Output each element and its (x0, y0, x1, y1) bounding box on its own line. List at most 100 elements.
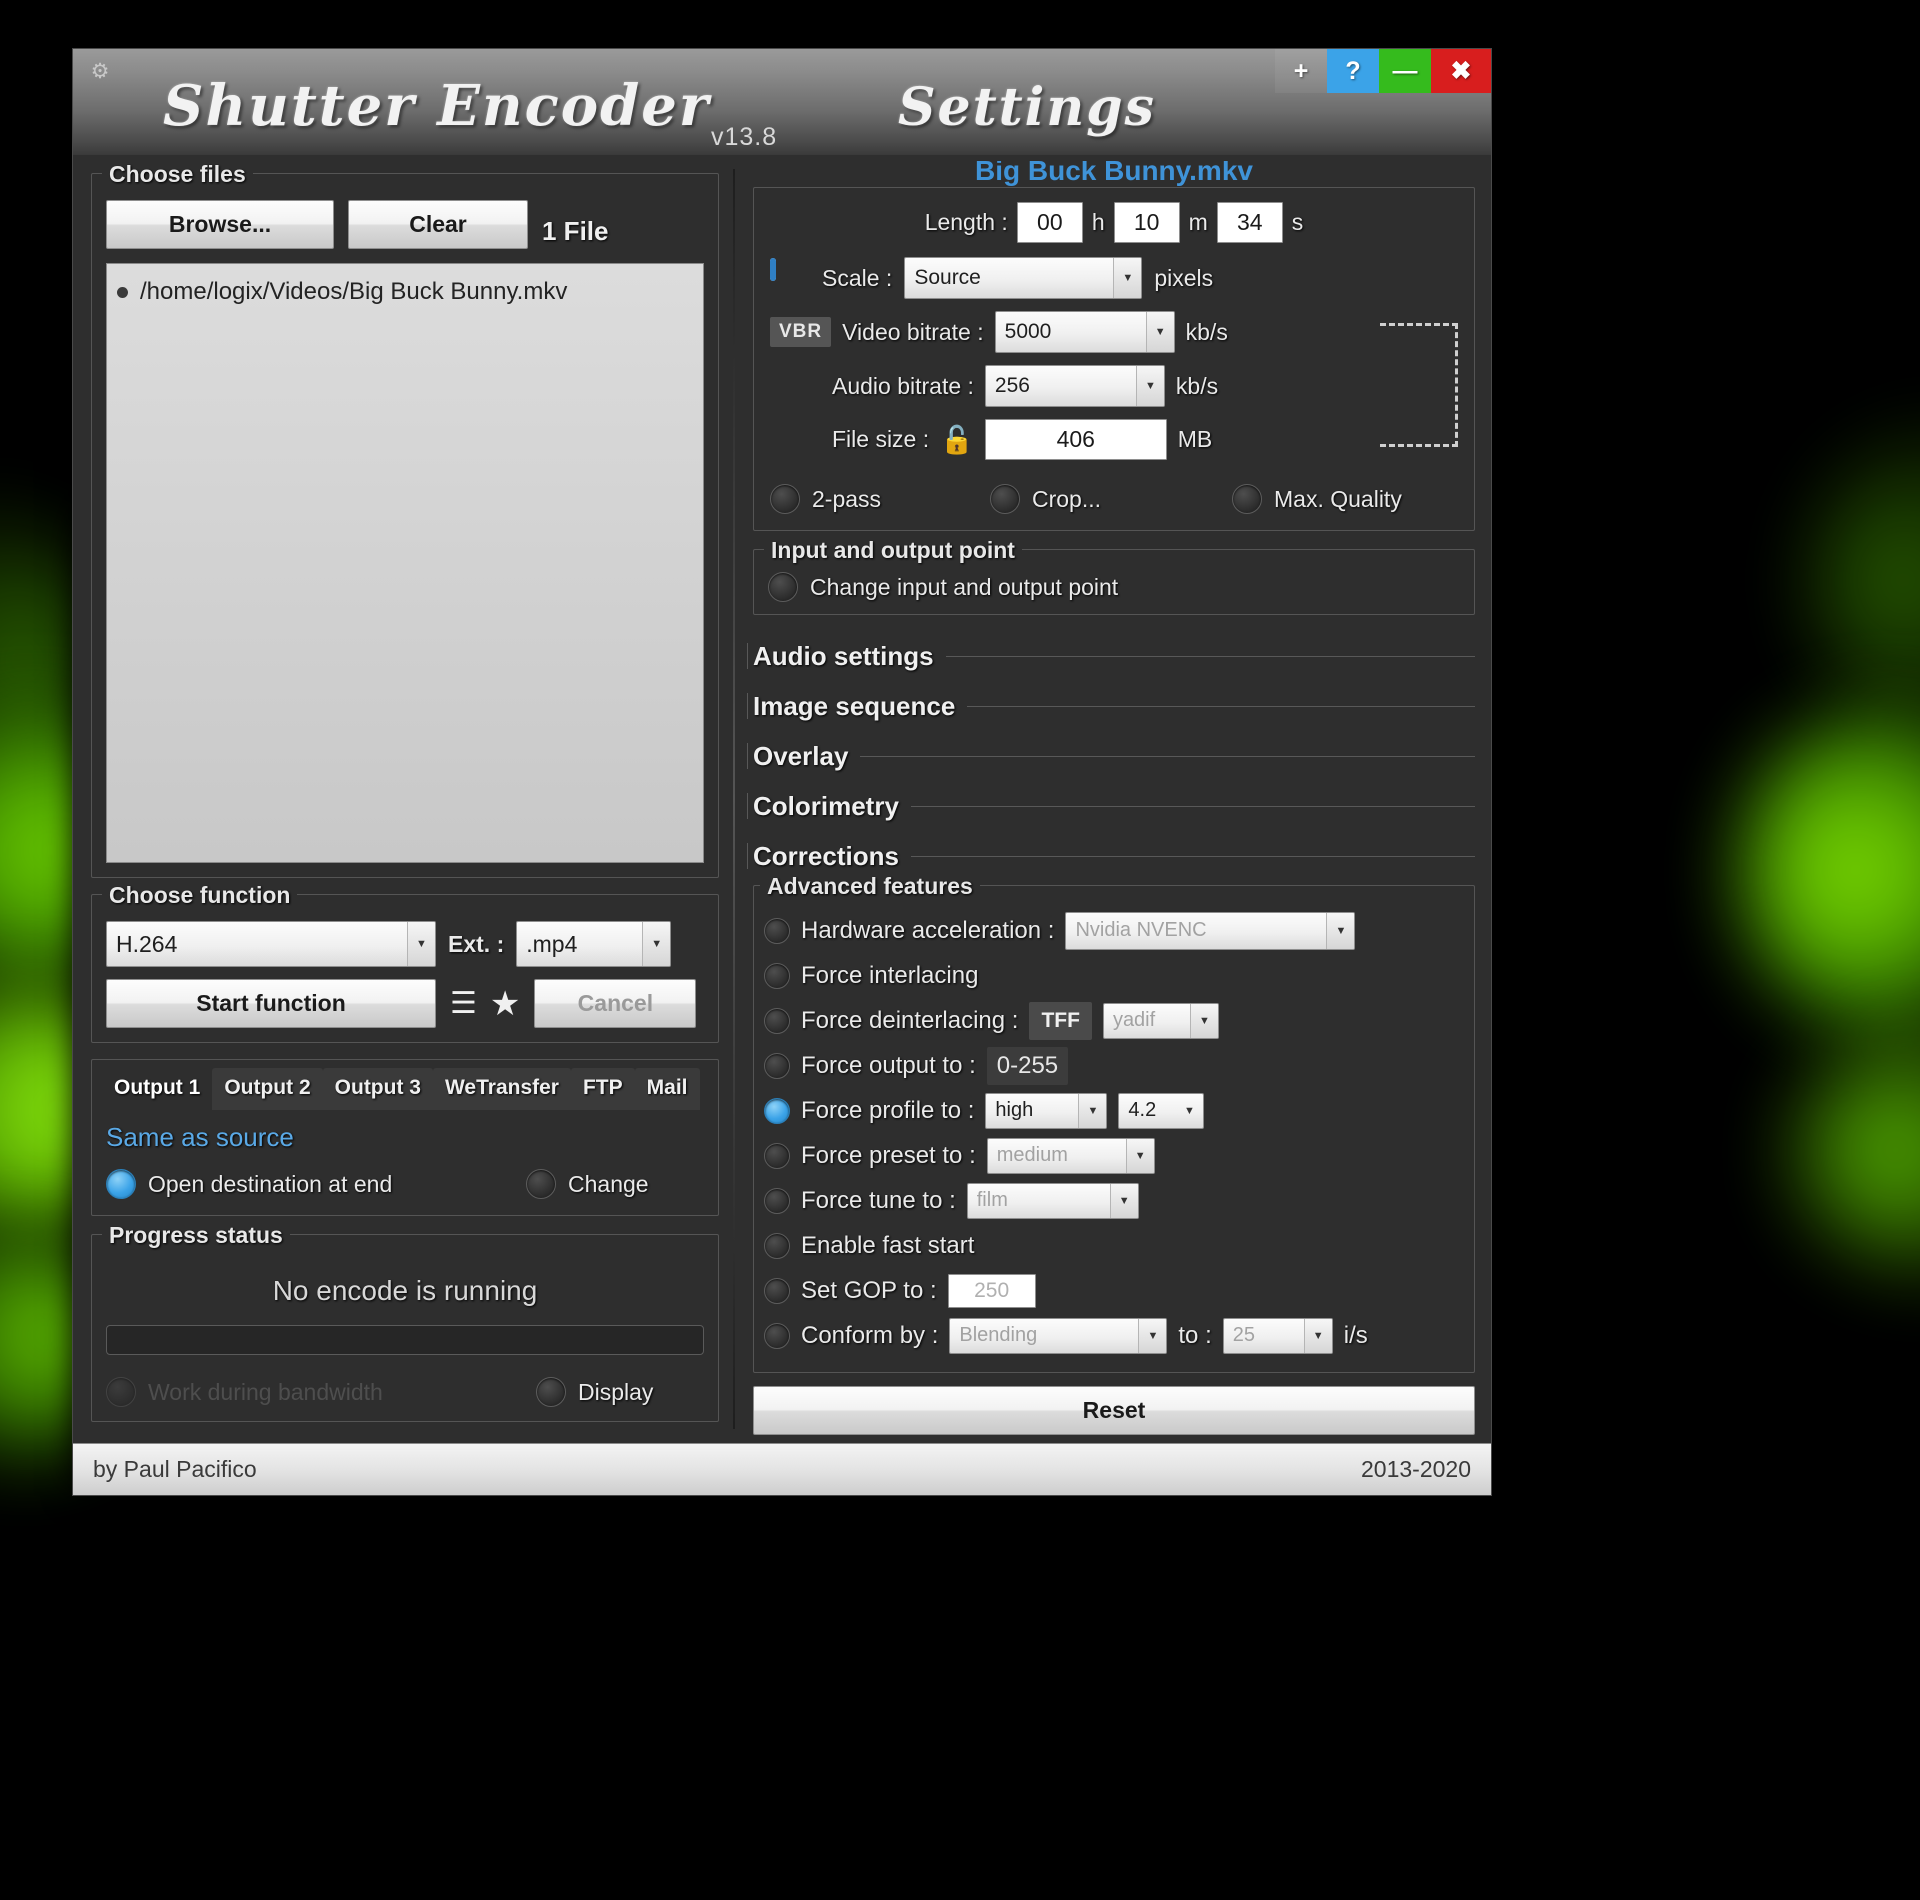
display-label: Display (578, 1379, 653, 1406)
cancel-button[interactable]: Cancel (534, 979, 696, 1028)
deinterlacing-method-select[interactable]: yadif ▼ (1103, 1003, 1219, 1039)
start-function-button[interactable]: Start function (106, 979, 436, 1028)
profile-select[interactable]: high ▼ (985, 1093, 1107, 1129)
profile-value: high (995, 1099, 1033, 1122)
change-destination-radio[interactable] (526, 1169, 556, 1199)
open-destination-radio[interactable] (106, 1169, 136, 1199)
preset-value: medium (997, 1144, 1068, 1167)
section-colorimetry[interactable]: Colorimetry (753, 781, 1475, 831)
section-overlay[interactable]: Overlay (753, 731, 1475, 781)
change-input-output-label: Change input and output point (810, 574, 1118, 601)
tab-wetransfer[interactable]: WeTransfer (433, 1068, 571, 1110)
ext-select[interactable]: .mp4 ▼ (516, 921, 671, 967)
file-size-label: File size : (832, 426, 929, 453)
video-bitrate-select[interactable]: 5000 ▼ (995, 311, 1175, 353)
crop-radio[interactable] (990, 484, 1020, 514)
minimize-icon[interactable]: — (1379, 49, 1431, 93)
two-pass-radio[interactable] (770, 484, 800, 514)
change-input-output-radio[interactable] (768, 572, 798, 602)
clear-button[interactable]: Clear (348, 200, 528, 249)
tab-mail[interactable]: Mail (635, 1068, 700, 1110)
plus-icon[interactable]: + (1275, 49, 1327, 93)
audio-bitrate-label: Audio bitrate : (832, 373, 974, 400)
max-quality-radio[interactable] (1232, 484, 1262, 514)
list-menu-icon[interactable]: ☰ (450, 994, 476, 1014)
browse-button[interactable]: Browse... (106, 200, 334, 249)
preset-select[interactable]: medium ▼ (987, 1138, 1155, 1174)
force-deinterlacing-radio[interactable] (764, 1008, 790, 1034)
section-label: Corrections (753, 841, 911, 872)
star-icon[interactable]: ★ (490, 991, 520, 1017)
display-radio[interactable] (536, 1377, 566, 1407)
tab-output-2[interactable]: Output 2 (212, 1068, 322, 1110)
scale-value: Source (914, 266, 981, 290)
file-size-input[interactable]: 406 (985, 419, 1167, 460)
function-value: H.264 (116, 931, 177, 958)
hardware-acceleration-radio[interactable] (764, 918, 790, 944)
tune-value: film (977, 1189, 1008, 1212)
section-rule (946, 656, 1475, 657)
force-tune-label: Force tune to : (801, 1187, 956, 1215)
force-interlacing-label: Force interlacing (801, 962, 978, 990)
audio-bitrate-select[interactable]: 256 ▼ (985, 365, 1165, 407)
enable-fast-start-row: Enable fast start (764, 1223, 1462, 1268)
list-item[interactable]: /home/logix/Videos/Big Buck Bunny.mkv (115, 274, 695, 310)
file-list[interactable]: /home/logix/Videos/Big Buck Bunny.mkv (106, 263, 704, 863)
tab-output-3[interactable]: Output 3 (323, 1068, 433, 1110)
force-output-label: Force output to : (801, 1052, 976, 1080)
deinterlacing-method-value: yadif (1113, 1009, 1155, 1032)
enable-fast-start-radio[interactable] (764, 1233, 790, 1259)
force-interlacing-row: Force interlacing (764, 953, 1462, 998)
length-minutes-input[interactable]: 10 (1114, 202, 1180, 243)
chevron-down-icon: ▼ (1138, 1319, 1166, 1353)
tab-ftp[interactable]: FTP (571, 1068, 635, 1110)
video-bitrate-value: 5000 (1005, 320, 1052, 344)
progress-status-title: Progress status (102, 1222, 290, 1249)
length-label: Length : (925, 209, 1008, 236)
force-interlacing-radio[interactable] (764, 963, 790, 989)
section-rule (860, 756, 1475, 757)
seconds-unit: s (1292, 209, 1304, 236)
force-tune-radio[interactable] (764, 1188, 790, 1214)
close-icon[interactable]: ✖ (1431, 49, 1491, 93)
force-preset-label: Force preset to : (801, 1142, 976, 1170)
conform-radio[interactable] (764, 1323, 790, 1349)
section-label: Colorimetry (753, 791, 911, 822)
conform-method-select[interactable]: Blending ▼ (949, 1318, 1167, 1354)
force-output-radio[interactable] (764, 1053, 790, 1079)
chevron-down-icon: ▼ (1175, 1094, 1203, 1128)
window-content: Choose files Browse... Clear 1 File /hom… (73, 155, 1491, 1443)
gear-icon[interactable]: ⚙ (87, 59, 113, 85)
section-label: Overlay (753, 741, 860, 772)
function-select[interactable]: H.264 ▼ (106, 921, 436, 967)
gop-input[interactable]: 250 (948, 1274, 1036, 1308)
section-audio-settings[interactable]: Audio settings (753, 631, 1475, 681)
set-gop-radio[interactable] (764, 1278, 790, 1304)
ext-label: Ext. : (448, 931, 504, 958)
section-image-sequence[interactable]: Image sequence (753, 681, 1475, 731)
scale-select[interactable]: Source ▼ (904, 257, 1142, 299)
tune-select[interactable]: film ▼ (967, 1183, 1139, 1219)
level-select[interactable]: 4.2 ▼ (1118, 1093, 1204, 1129)
length-seconds-input[interactable]: 34 (1217, 202, 1283, 243)
force-profile-radio[interactable] (764, 1098, 790, 1124)
shutter-encoder-window: ⚙ Shutter Encoder v13.8 Settings + ? — ✖… (72, 48, 1492, 1496)
progress-status-group: Progress status No encode is running Wor… (91, 1234, 719, 1422)
length-hours-input[interactable]: 00 (1017, 202, 1083, 243)
force-preset-radio[interactable] (764, 1143, 790, 1169)
file-count-label: 1 File (542, 202, 608, 247)
unlock-icon[interactable]: 🔓 (940, 424, 974, 456)
conform-fps-select[interactable]: 25 ▼ (1223, 1318, 1333, 1354)
hardware-acceleration-select[interactable]: Nvidia NVENC ▼ (1065, 912, 1355, 950)
choose-function-title: Choose function (102, 882, 297, 909)
minutes-unit: m (1189, 209, 1208, 236)
force-tune-row: Force tune to : film ▼ (764, 1178, 1462, 1223)
field-order-badge[interactable]: TFF (1029, 1002, 1091, 1040)
media-filename: Big Buck Bunny.mkv (753, 161, 1475, 187)
monitor-icon (770, 261, 810, 295)
reset-button[interactable]: Reset (753, 1386, 1475, 1435)
help-icon[interactable]: ? (1327, 49, 1379, 93)
work-during-bandwidth-radio[interactable] (106, 1377, 136, 1407)
tab-output-1[interactable]: Output 1 (102, 1068, 212, 1110)
force-output-value[interactable]: 0-255 (987, 1047, 1068, 1085)
